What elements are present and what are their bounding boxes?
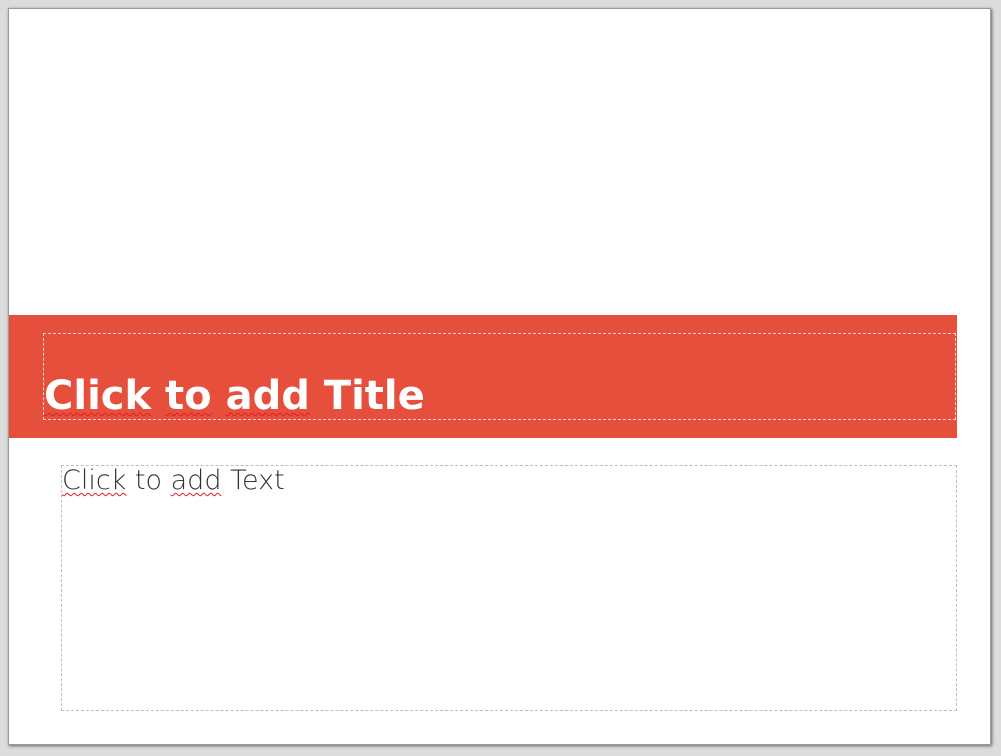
body-word-4: Text xyxy=(230,465,285,496)
title-word-4: Title xyxy=(323,373,425,419)
title-word-2: to xyxy=(165,373,212,419)
title-placeholder-text: Click to add Title xyxy=(44,373,425,419)
body-word-2: to xyxy=(134,465,163,496)
title-word-1: Click xyxy=(44,373,152,419)
slide-canvas[interactable]: Click to add Title Click to add Text xyxy=(8,8,991,745)
body-word-1: Click xyxy=(62,465,127,496)
slide-workspace: Click to add Title Click to add Text xyxy=(0,0,1001,756)
content-placeholder-text: Click to add Text xyxy=(62,464,285,498)
title-word-3: add xyxy=(225,373,310,419)
body-word-3: add xyxy=(170,465,222,496)
title-placeholder[interactable]: Click to add Title xyxy=(43,333,956,420)
content-placeholder[interactable]: Click to add Text xyxy=(61,465,957,711)
